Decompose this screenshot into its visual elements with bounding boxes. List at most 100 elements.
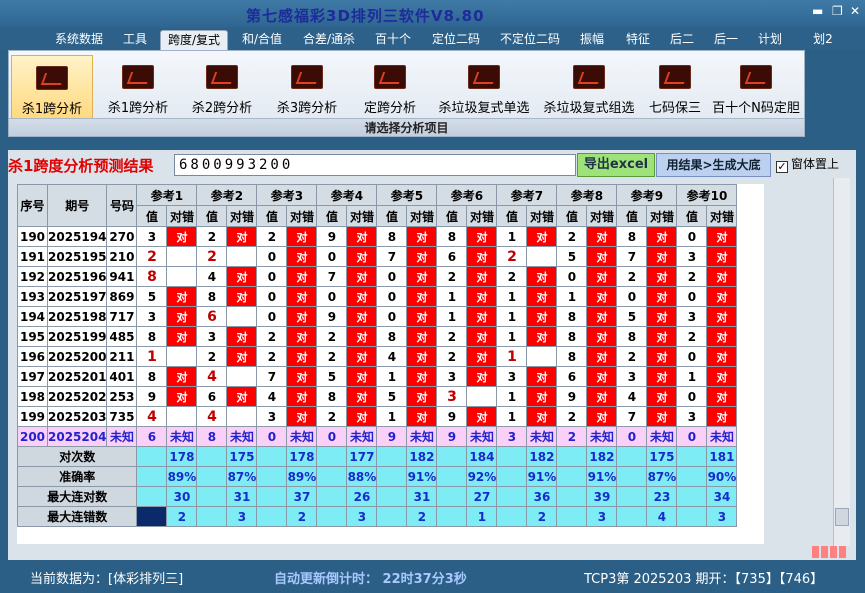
row-code: 735 bbox=[106, 406, 138, 427]
ribbon-kill2-span[interactable]: 杀2跨分析 bbox=[181, 55, 263, 119]
menu-item-plan[interactable]: 计划 bbox=[752, 30, 788, 50]
stats-label: 最大连对数 bbox=[17, 486, 138, 507]
ref-value-cell: 7 bbox=[616, 406, 648, 427]
column-header-check: 对错 bbox=[466, 205, 498, 227]
column-header-value: 值 bbox=[376, 205, 408, 227]
ref-hit-cell: 对 bbox=[586, 366, 618, 387]
ref-hit-cell: 对 bbox=[286, 366, 318, 387]
row-seq: 190 bbox=[17, 226, 48, 247]
ref-value-cell: 2 bbox=[496, 246, 528, 267]
unknown-status-cell: 未知 bbox=[346, 426, 378, 447]
stats-value-cell: 90% bbox=[706, 466, 738, 487]
ribbon-seven-keep-three[interactable]: 七码保三 bbox=[643, 55, 707, 119]
ref-value-cell: 4 bbox=[196, 266, 228, 287]
ref-value-cell: 8 bbox=[556, 306, 588, 327]
menu-item-last-two[interactable]: 后二 bbox=[664, 30, 700, 50]
status-draw-result: TCP3第 2025203 期开：【735】【746】 bbox=[584, 572, 824, 587]
row-code: 485 bbox=[106, 326, 138, 347]
menu-item-amplitude[interactable]: 振幅 bbox=[574, 30, 610, 50]
ribbon-kill1-span-active[interactable]: 杀1跨分析 bbox=[11, 55, 93, 119]
ribbon-junk-single[interactable]: 杀垃圾复式单选 bbox=[431, 55, 537, 119]
ref-hit-cell: 对 bbox=[346, 386, 378, 407]
stats-value-cell: 36 bbox=[526, 486, 558, 507]
ref-value-cell: 3 bbox=[676, 306, 708, 327]
predicted-value-cell: 3 bbox=[496, 426, 528, 447]
vertical-scrollbar[interactable] bbox=[833, 178, 850, 546]
ref-value-cell: 9 bbox=[436, 406, 468, 427]
column-header-check: 对错 bbox=[226, 205, 258, 227]
column-header-check: 对错 bbox=[166, 205, 198, 227]
chart-icon bbox=[36, 66, 68, 90]
ribbon-n-code-dan[interactable]: 百十个N码定胆 bbox=[709, 55, 803, 119]
row-period: 2025197 bbox=[46, 286, 108, 307]
prediction-row[interactable]: 200 2025204 未知 6 未知 8 未知 0 未知 0 未知 9 未知 9 未知 3 未知 2 未知 0 未知 0… bbox=[17, 426, 738, 447]
ref-value-cell: 2 bbox=[436, 326, 468, 347]
table-row[interactable]: 196 2025200 211 1 2 对 2 对 2 对 4 对 2 对 1 8 对 2 对 0 对 bbox=[17, 346, 738, 367]
stats-label: 对次数 bbox=[17, 446, 138, 467]
minimize-icon[interactable]: ▬ bbox=[812, 4, 823, 18]
table-row[interactable]: 190 2025194 270 3 对 2 对 2 对 9 对 8 对 8 对 1 对 2 对 8 对 0 对 bbox=[17, 226, 738, 247]
menu-item-hundreds[interactable]: 百十个 bbox=[370, 30, 416, 50]
ref-hit-cell: 对 bbox=[466, 406, 498, 427]
stats-value-cell: 87% bbox=[646, 466, 678, 487]
ref-hit-cell: 对 bbox=[166, 366, 198, 387]
stats-value-cell: 37 bbox=[286, 486, 318, 507]
table-row[interactable]: 194 2025198 717 3 对 6 0 对 9 对 0 对 1 对 1 对 8 对 5 对 3 对 bbox=[17, 306, 738, 327]
ribbon-junk-group[interactable]: 杀垃圾复式组选 bbox=[537, 55, 641, 119]
ref-value-cell: 8 bbox=[316, 386, 348, 407]
ref-value-cell: 2 bbox=[556, 406, 588, 427]
stats-spacer-cell bbox=[616, 446, 648, 467]
ref-hit-cell: 对 bbox=[706, 366, 738, 387]
stats-value-cell: 4 bbox=[646, 506, 678, 527]
menu-item-system-data[interactable]: 系统数据 bbox=[50, 30, 108, 50]
ref-hit-cell: 对 bbox=[226, 326, 258, 347]
export-excel-button[interactable]: 导出excel bbox=[577, 153, 655, 177]
menu-item-nonposition-two[interactable]: 不定位二码 bbox=[494, 30, 566, 50]
ribbon-kill1-span[interactable]: 杀1跨分析 bbox=[97, 55, 179, 119]
chart-icon bbox=[740, 65, 772, 89]
topmost-checkbox[interactable]: ✓ 窗体置上 bbox=[776, 155, 839, 173]
table-row[interactable]: 197 2025201 401 8 对 4 7 对 5 对 1 对 3 对 3 对 6 对 3 对 1 对 bbox=[17, 366, 738, 387]
result-numbers-field[interactable]: 6800993200 bbox=[174, 154, 576, 176]
generate-base-button[interactable]: 用结果>生成大底 bbox=[656, 153, 771, 177]
stats-value-cell: 3 bbox=[586, 506, 618, 527]
stats-value-cell: 31 bbox=[406, 486, 438, 507]
menu-item-sum-value[interactable]: 和/合值 bbox=[236, 30, 288, 50]
restore-icon[interactable]: ❐ bbox=[832, 4, 843, 18]
menu-item-tools[interactable]: 工具 bbox=[116, 30, 154, 50]
stats-spacer-cell bbox=[136, 446, 168, 467]
window-title: 第七感福彩3D排列三软件V8.80 bbox=[246, 7, 485, 25]
table-row[interactable]: 199 2025203 735 4 4 3 对 2 对 1 对 9 对 1 对 2 对 7 对 3 对 bbox=[17, 406, 738, 427]
ref-hit-cell: 对 bbox=[166, 286, 198, 307]
stats-label: 准确率 bbox=[17, 466, 138, 487]
chart-icon bbox=[374, 65, 406, 89]
stats-value-cell: 91% bbox=[586, 466, 618, 487]
menu-item-plan2[interactable]: 划2 bbox=[808, 30, 838, 50]
menu-item-span-compound[interactable]: 跨度/复式 bbox=[160, 30, 228, 50]
row-seq: 199 bbox=[17, 406, 48, 427]
stats-spacer-cell bbox=[676, 486, 708, 507]
table-row[interactable]: 193 2025197 869 5 对 8 对 0 对 0 对 0 对 1 对 1 对 1 对 0 对 0 对 bbox=[17, 286, 738, 307]
row-period: 2025199 bbox=[46, 326, 108, 347]
table-row[interactable]: 192 2025196 941 8 4 对 0 对 7 对 0 对 2 对 2 对 0 对 2 对 2 对 bbox=[17, 266, 738, 287]
ref-hit-cell: 对 bbox=[406, 306, 438, 327]
close-icon[interactable]: ✕ bbox=[850, 4, 860, 18]
analysis-table: 序号 期号 号码 参考1 参考2 参考3 参考4 参考5 参考6 参考7 参考8 参考9 参考10 值对错… bbox=[17, 184, 738, 527]
ref-hit-cell: 对 bbox=[346, 366, 378, 387]
table-row[interactable]: 198 2025202 253 9 对 6 对 4 对 8 对 5 对 3 1 对 9 对 4 对 0 对 bbox=[17, 386, 738, 407]
menu-item-diff-kill[interactable]: 合差/通杀 bbox=[296, 30, 362, 50]
ref-value-cell: 0 bbox=[676, 226, 708, 247]
ref-value-cell: 8 bbox=[556, 346, 588, 367]
menu-item-feature[interactable]: 特征 bbox=[620, 30, 656, 50]
stats-value-cell: 3 bbox=[706, 506, 738, 527]
scrollbar-thumb[interactable] bbox=[835, 508, 849, 526]
row-code: 869 bbox=[106, 286, 138, 307]
menu-item-position-two[interactable]: 定位二码 bbox=[426, 30, 486, 50]
ribbon-fixed-span[interactable]: 定跨分析 bbox=[351, 55, 429, 119]
menu-item-last-one[interactable]: 后一 bbox=[708, 30, 744, 50]
table-row[interactable]: 191 2025195 210 2 2 0 对 0 对 7 对 6 对 2 5 对 7 对 3 对 bbox=[17, 246, 738, 267]
table-row[interactable]: 195 2025199 485 8 对 3 对 2 对 2 对 8 对 2 对 1 对 8 对 8 对 2 对 bbox=[17, 326, 738, 347]
ref-value-cell: 0 bbox=[316, 286, 348, 307]
stats-value-cell: 182 bbox=[526, 446, 558, 467]
ribbon-kill3-span[interactable]: 杀3跨分析 bbox=[265, 55, 349, 119]
